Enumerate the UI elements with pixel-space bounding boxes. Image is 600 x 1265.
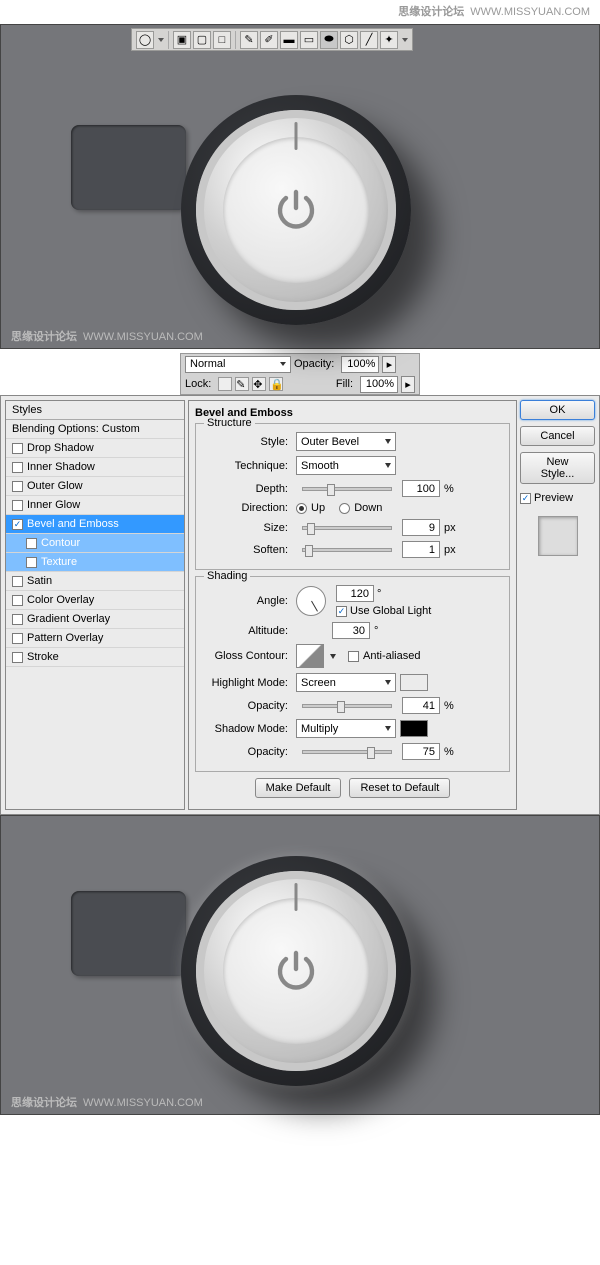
angle-dial[interactable] (296, 586, 326, 616)
custom-shape-icon[interactable]: ✦ (380, 31, 398, 49)
fill-input[interactable]: 100% (360, 376, 398, 393)
line-icon[interactable]: ╱ (360, 31, 378, 49)
knob-base-shape (71, 891, 186, 976)
styles-header: Styles (6, 401, 184, 420)
canvas-preview-after: 思缘设计论坛WWW.MISSYUAN.COM (0, 815, 600, 1115)
fx-stroke[interactable]: Stroke (6, 648, 184, 667)
shading-group: Shading Angle:120°Use Global Light Altit… (195, 576, 510, 772)
global-light-checkbox[interactable] (336, 606, 347, 617)
new-style-button[interactable]: New Style... (520, 452, 595, 484)
ellipse-icon[interactable]: ⬬ (320, 31, 338, 49)
knob-base-shape (71, 125, 186, 210)
polygon-icon[interactable]: ⬡ (340, 31, 358, 49)
shading-legend: Shading (204, 570, 250, 582)
dropdown-icon[interactable] (402, 38, 408, 42)
angle-input[interactable]: 120 (336, 585, 374, 602)
antialiased-checkbox[interactable] (348, 651, 359, 662)
shadow-opacity-slider[interactable] (302, 750, 392, 754)
fx-texture[interactable]: Texture (6, 553, 184, 572)
blending-options-row[interactable]: Blending Options: Custom (6, 420, 184, 439)
highlight-mode-select[interactable]: Screen (296, 673, 396, 692)
depth-slider[interactable] (302, 487, 392, 491)
shape-layers-icon[interactable]: ▣ (173, 31, 191, 49)
lock-pixels-icon[interactable]: ✎ (235, 377, 249, 391)
layers-panel: Normal Opacity: 100% ▸ Lock: ✎ ✥ 🔒 Fill:… (180, 353, 420, 395)
altitude-input[interactable]: 30 (332, 622, 370, 639)
fx-contour[interactable]: Contour (6, 534, 184, 553)
depth-input[interactable]: 100 (402, 480, 440, 497)
soften-slider[interactable] (302, 548, 392, 552)
layer-style-dialog: Styles Blending Options: Custom Drop Sha… (0, 395, 600, 815)
shape-toolbar: ◯ ▣ ▢ □ ✎ ✐ ▬ ▭ ⬬ ⬡ ╱ ✦ (131, 28, 413, 51)
shadow-color-swatch[interactable] (400, 720, 428, 737)
fill-pixels-icon[interactable]: □ (213, 31, 231, 49)
preview-checkbox[interactable] (520, 493, 531, 504)
fx-color-overlay[interactable]: Color Overlay (6, 591, 184, 610)
highlight-color-swatch[interactable] (400, 674, 428, 691)
make-default-button[interactable]: Make Default (255, 778, 342, 798)
canvas-preview-before: ◯ ▣ ▢ □ ✎ ✐ ▬ ▭ ⬬ ⬡ ╱ ✦ 思缘设计论坛WWW.MISSYU… (0, 24, 600, 349)
direction-up-radio[interactable] (296, 503, 307, 514)
freeform-pen-icon[interactable]: ✐ (260, 31, 278, 49)
direction-down-radio[interactable] (339, 503, 350, 514)
blend-mode-select[interactable]: Normal (185, 356, 291, 373)
contour-dropdown-icon[interactable] (330, 654, 336, 659)
power-knob-after (181, 856, 411, 1086)
reset-default-button[interactable]: Reset to Default (349, 778, 450, 798)
technique-select[interactable]: Smooth (296, 456, 396, 475)
size-input[interactable]: 9 (402, 519, 440, 536)
power-icon (272, 947, 320, 995)
fx-inner-shadow[interactable]: Inner Shadow (6, 458, 184, 477)
power-icon (272, 186, 320, 234)
lock-label: Lock: (185, 378, 211, 390)
soften-input[interactable]: 1 (402, 541, 440, 558)
settings-pane: Bevel and Emboss Structure Style:Outer B… (188, 400, 517, 810)
highlight-opacity-slider[interactable] (302, 704, 392, 708)
dialog-side: OK Cancel New Style... Preview (520, 400, 595, 810)
fx-pattern-overlay[interactable]: Pattern Overlay (6, 629, 184, 648)
style-select[interactable]: Outer Bevel (296, 432, 396, 451)
size-slider[interactable] (302, 526, 392, 530)
pen-icon[interactable]: ✎ (240, 31, 258, 49)
fill-label: Fill: (336, 378, 353, 390)
watermark-canvas: 思缘设计论坛WWW.MISSYUAN.COM (11, 328, 203, 344)
fill-flyout-icon[interactable]: ▸ (401, 376, 415, 393)
styles-list: Styles Blending Options: Custom Drop Sha… (5, 400, 185, 810)
shadow-mode-select[interactable]: Multiply (296, 719, 396, 738)
highlight-opacity-input[interactable]: 41 (402, 697, 440, 714)
paths-icon[interactable]: ▢ (193, 31, 211, 49)
watermark-canvas: 思缘设计论坛WWW.MISSYUAN.COM (11, 1094, 203, 1110)
fx-drop-shadow[interactable]: Drop Shadow (6, 439, 184, 458)
fx-gradient-overlay[interactable]: Gradient Overlay (6, 610, 184, 629)
opacity-input[interactable]: 100% (341, 356, 379, 373)
ellipse-tool-icon[interactable]: ◯ (136, 31, 154, 49)
lock-position-icon[interactable]: ✥ (252, 377, 266, 391)
watermark-top: 思缘设计论坛WWW.MISSYUAN.COM (398, 3, 590, 19)
gloss-contour-picker[interactable] (296, 644, 324, 668)
shadow-opacity-input[interactable]: 75 (402, 743, 440, 760)
fx-outer-glow[interactable]: Outer Glow (6, 477, 184, 496)
fx-bevel-emboss[interactable]: Bevel and Emboss (6, 515, 184, 534)
rounded-rect-icon[interactable]: ▭ (300, 31, 318, 49)
lock-all-icon[interactable]: 🔒 (269, 377, 283, 391)
opacity-flyout-icon[interactable]: ▸ (382, 356, 396, 373)
preview-swatch (538, 516, 578, 556)
opacity-label: Opacity: (294, 358, 334, 370)
dropdown-icon[interactable] (158, 38, 164, 42)
structure-group: Structure Style:Outer Bevel Technique:Sm… (195, 423, 510, 570)
ok-button[interactable]: OK (520, 400, 595, 420)
fx-satin[interactable]: Satin (6, 572, 184, 591)
rectangle-icon[interactable]: ▬ (280, 31, 298, 49)
lock-transparency-icon[interactable] (218, 377, 232, 391)
fx-inner-glow[interactable]: Inner Glow (6, 496, 184, 515)
structure-legend: Structure (204, 417, 255, 429)
cancel-button[interactable]: Cancel (520, 426, 595, 446)
power-knob (181, 95, 411, 325)
